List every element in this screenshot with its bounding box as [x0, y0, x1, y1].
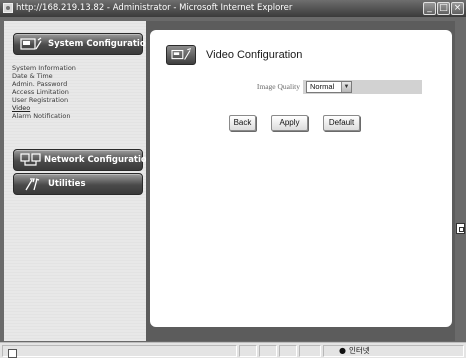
system-configuration-label: System Configuration	[48, 39, 152, 49]
window-titlebar: http://168.219.13.82 - Administrator - M…	[0, 0, 466, 17]
tools-icon	[25, 178, 40, 191]
chevron-down-icon[interactable]: ▼	[341, 82, 351, 92]
image-quality-value: Normal	[310, 82, 335, 91]
page-status-icon	[8, 349, 17, 358]
sidebar-item-video[interactable]: Video	[12, 104, 76, 112]
page-side-icon[interactable]	[456, 223, 465, 234]
security-zone-label: 인터넷	[348, 346, 370, 355]
window-title: http://168.219.13.82 - Administrator - M…	[16, 3, 293, 13]
window-controls: _ □ ×	[423, 2, 464, 15]
utilities-label: Utilities	[48, 179, 86, 189]
sidebar-item-date-time[interactable]: Date & Time	[12, 72, 76, 80]
sidebar: System Configuration System Information …	[4, 21, 153, 341]
maximize-button[interactable]: □	[437, 2, 450, 15]
utilities-button[interactable]: Utilities	[13, 173, 143, 195]
default-button[interactable]: Default	[323, 115, 360, 131]
sidebar-item-admin-password[interactable]: Admin. Password	[12, 80, 76, 88]
network-configuration-label: Network Configuration	[44, 155, 153, 165]
status-cell	[279, 345, 297, 357]
network-configuration-button[interactable]: Network Configuration	[13, 149, 153, 171]
status-cell	[259, 345, 277, 357]
globe-icon: ●	[339, 346, 346, 355]
back-button[interactable]: Back	[229, 115, 256, 131]
status-cell-main	[2, 345, 237, 358]
status-cell	[299, 345, 321, 357]
system-configuration-button[interactable]: System Configuration	[13, 33, 152, 55]
main-content: Video Configuration Image Quality Normal…	[146, 21, 455, 341]
page-title: Video Configuration	[206, 49, 303, 61]
status-bar: ● 인터넷	[0, 342, 466, 358]
apply-button[interactable]: Apply	[271, 115, 308, 131]
security-zone: ● 인터넷	[339, 345, 370, 357]
image-quality-label: Image Quality	[204, 80, 303, 94]
image-quality-select[interactable]: Normal ▼	[306, 81, 352, 93]
close-button[interactable]: ×	[451, 2, 464, 15]
network-computers-icon	[20, 153, 41, 166]
status-cell	[239, 345, 257, 357]
system-submenu: System Information Date & Time Admin. Pa…	[12, 64, 76, 120]
sidebar-item-access-limitation[interactable]: Access Limitation	[12, 88, 76, 96]
sidebar-item-alarm-notification[interactable]: Alarm Notification	[12, 112, 76, 120]
video-settings-icon	[166, 45, 196, 65]
content-panel: Video Configuration Image Quality Normal…	[150, 30, 452, 327]
ie-app-icon	[3, 3, 13, 13]
sidebar-item-user-registration[interactable]: User Registration	[12, 96, 76, 104]
minimize-button[interactable]: _	[423, 2, 436, 15]
settings-panel-icon	[20, 37, 42, 50]
sidebar-item-system-information[interactable]: System Information	[12, 64, 76, 72]
image-quality-row: Image Quality Normal ▼	[204, 80, 422, 94]
